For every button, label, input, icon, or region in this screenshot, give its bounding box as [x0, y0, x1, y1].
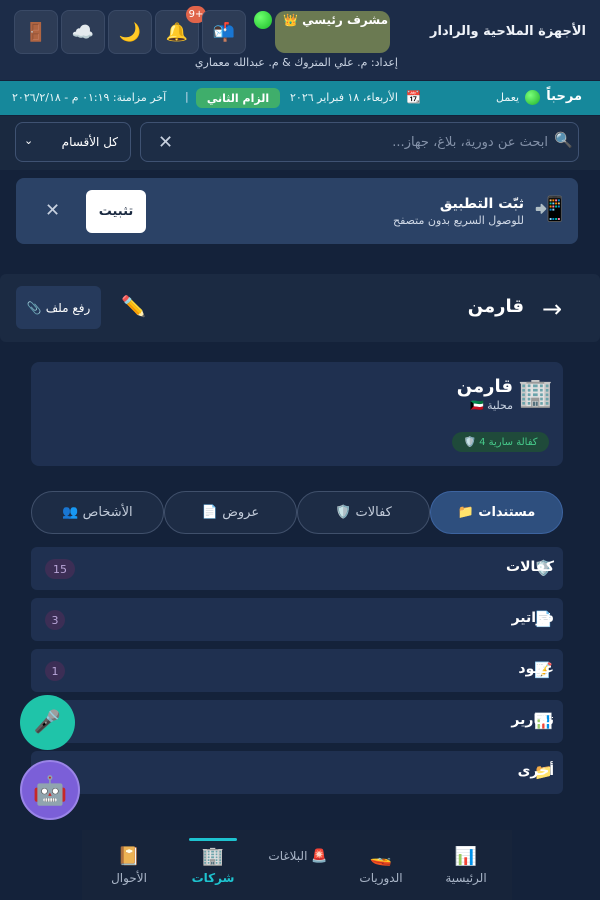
nav-label: الدوريات [359, 870, 403, 885]
search-icon: 🔍 [554, 131, 573, 149]
building-icon: 🏢 [518, 376, 553, 409]
nav-conditions[interactable]: 📔 الأحوال [86, 836, 172, 894]
mailbox-icon: 📬 [212, 21, 236, 43]
tab-documents[interactable]: 📁 مستندات [430, 491, 563, 534]
mobile-phone-icon: 📲 [534, 195, 564, 223]
folder-label: كفالات [506, 559, 554, 575]
bell-icon: 🔔 [165, 21, 189, 43]
team-badge: الزام الثاني [196, 88, 280, 108]
calendar-icon: 📆 [406, 90, 421, 104]
nav-patrols[interactable]: 🚤 الدوريات [338, 836, 424, 894]
exit-button[interactable]: 🚪 [14, 10, 58, 54]
folder-label: فواتير [511, 610, 554, 626]
nav-companies[interactable]: 🏢 شركات [170, 836, 256, 894]
folder-label: أخرى [517, 763, 554, 779]
nav-label: البلاغات [268, 849, 308, 863]
boat-icon: 🚤 [369, 845, 393, 867]
moon-icon: 🌙 [118, 21, 142, 43]
chevron-down-icon: ⌄ [24, 134, 34, 147]
upload-label: رفع ملف [45, 300, 91, 315]
working-status-text: يعمل [496, 91, 520, 104]
folder-count-badge: 3 [45, 610, 65, 630]
nav-reports[interactable]: 🚨 البلاغات [255, 836, 341, 876]
folder-row-other[interactable] [31, 751, 563, 794]
paperclip-icon: 📎 [26, 300, 42, 315]
role-label: 👑 مشرف رئيسي [283, 13, 389, 27]
folder-row-contracts[interactable] [31, 649, 563, 692]
current-date: الأربعاء، ١٨ فبراير ٢٠٢٦ [290, 91, 398, 104]
company-type: 🇰🇼 محلية [469, 399, 513, 412]
folder-label: عقود [518, 661, 554, 677]
folder-count-badge: 15 [45, 559, 75, 579]
tab-people[interactable]: 👥 الأشخاص [31, 491, 164, 534]
prepared-by-text: إعداد: م. علي المتروك & م. عبدالله معمار… [194, 56, 398, 69]
last-sync-text: آخر مزامنة: ٠١:١٩ م - ٢٠٢٦/٢/١٨ [12, 91, 167, 104]
weather-button[interactable]: ☁️ [61, 10, 105, 54]
search-input[interactable] [180, 127, 548, 157]
filter-selected-label: كل الأقسام [61, 135, 118, 149]
install-title: ثبّت التطبيق [439, 196, 524, 212]
tab-guarantees[interactable]: 🛡️ كفالات [297, 491, 430, 534]
mail-button[interactable]: 📬 [202, 10, 246, 54]
working-status-icon [525, 90, 540, 105]
folder-row-invoices[interactable] [31, 598, 563, 641]
tab-offers[interactable]: 📄 عروض [164, 491, 297, 534]
microphone-icon: 🎤 [33, 710, 62, 735]
nav-home[interactable]: 📊 الرئيسية [423, 836, 509, 894]
active-guarantees-badge: 🛡️ 4 كفالة سارية [452, 432, 549, 452]
nav-label: الرئيسية [445, 870, 487, 885]
edit-pencil-icon[interactable]: ✏️ [121, 294, 146, 318]
robot-icon: 🤖 [32, 773, 68, 807]
app-title: الأجهزة الملاحية والرادار [430, 24, 586, 39]
notebook-icon: 📔 [117, 845, 141, 867]
folder-row-guarantees[interactable] [31, 547, 563, 590]
nav-label: الأحوال [111, 870, 147, 885]
upload-file-button[interactable]: 📎 رفع ملف [16, 286, 101, 329]
cloud-icon: ☁️ [71, 21, 95, 43]
building-icon: 🏢 [201, 845, 225, 867]
install-button[interactable]: تثبيت [86, 190, 146, 233]
theme-toggle-button[interactable]: 🌙 [108, 10, 152, 54]
chart-icon: 📊 [454, 845, 478, 867]
back-arrow-icon[interactable]: → [542, 295, 562, 323]
voice-input-button[interactable]: 🎤 [20, 695, 75, 750]
status-separator: | [185, 90, 189, 103]
page-title: قارمن [467, 296, 524, 317]
online-status-icon [254, 11, 272, 29]
assistant-bot-button[interactable]: 🤖 [20, 760, 80, 820]
close-icon[interactable]: ✕ [45, 200, 60, 221]
company-name: قارمن [456, 376, 513, 397]
section-filter-select[interactable]: كل الأقسام ⌄ [15, 122, 131, 162]
clear-search-icon[interactable]: ✕ [158, 132, 173, 153]
welcome-text: مرحباً [546, 89, 582, 104]
folder-row-reports[interactable] [31, 700, 563, 743]
folder-label: تقارير [511, 712, 554, 728]
siren-icon: 🚨 [311, 848, 328, 864]
install-subtitle: للوصول السريع بدون متصفح [392, 214, 524, 227]
folder-count-badge: 1 [45, 661, 65, 681]
nav-label: شركات [191, 870, 235, 885]
door-icon: 🚪 [24, 21, 48, 43]
